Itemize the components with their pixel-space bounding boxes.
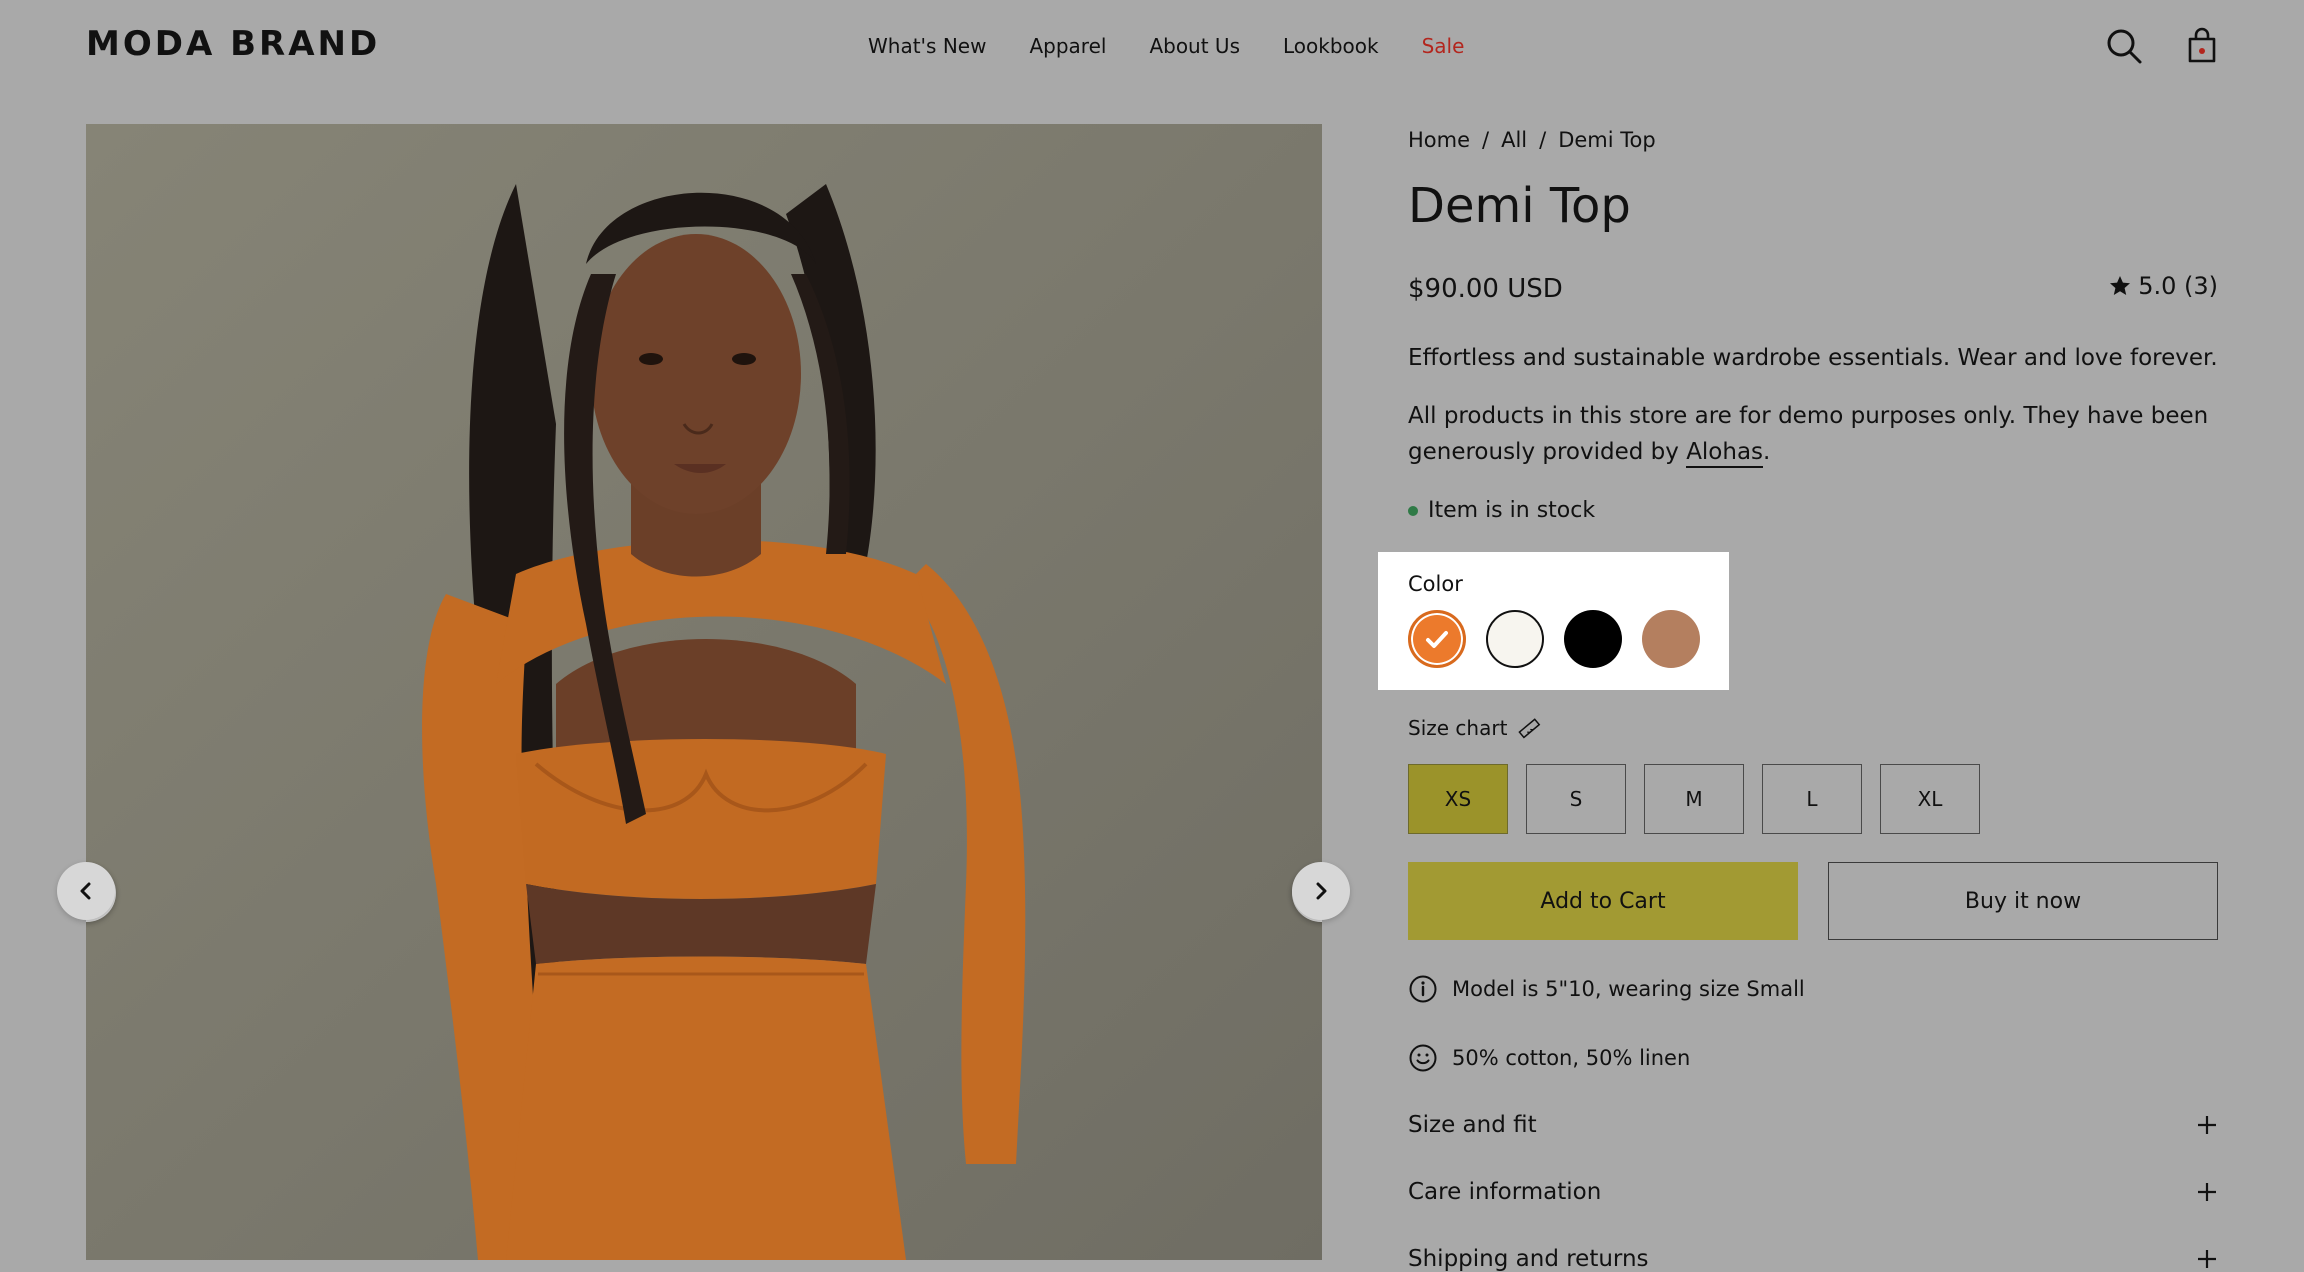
size-option-s[interactable]: S (1526, 764, 1626, 834)
brand-logo[interactable]: MODA BRAND (86, 24, 380, 64)
accordion-title: Size and fit (1408, 1112, 1537, 1138)
color-label: Color (1408, 572, 1463, 596)
product-image[interactable] (86, 124, 1322, 1260)
model-info-text: Model is 5"10, wearing size Small (1452, 977, 1805, 1001)
breadcrumb-current: Demi Top (1558, 128, 1656, 152)
accordion-title: Shipping and returns (1408, 1246, 1649, 1272)
search-icon[interactable] (2104, 26, 2144, 66)
stock-status: Item is in stock (1408, 498, 1595, 523)
main-nav: What's New Apparel About Us Lookbook Sal… (868, 34, 1464, 58)
nav-item-sale[interactable]: Sale (1422, 34, 1465, 58)
info-icon (1409, 975, 1437, 1003)
model-info: Model is 5"10, wearing size Small (1408, 974, 1805, 1004)
color-selector: Color (1378, 552, 1729, 690)
plus-icon (2198, 1183, 2216, 1201)
checkmark-icon (1426, 631, 1448, 648)
size-option-l[interactable]: L (1762, 764, 1862, 834)
size-option-xs[interactable]: XS (1408, 764, 1508, 834)
accordion-shipping-and-returns[interactable]: Shipping and returns (1408, 1246, 2218, 1272)
accordion-size-and-fit[interactable]: Size and fit (1408, 1112, 2218, 1138)
rating-text: 5.0 (3) (2138, 272, 2218, 300)
nav-item-whats-new[interactable]: What's New (868, 34, 986, 58)
gallery-next-button-overlay[interactable] (1292, 862, 1350, 920)
nav-item-lookbook[interactable]: Lookbook (1283, 34, 1379, 58)
accordion-title: Care information (1408, 1179, 1602, 1205)
site-header: MODA BRAND What's New Apparel About Us L… (0, 0, 2304, 92)
material-info-text: 50% cotton, 50% linen (1452, 1046, 1691, 1070)
ruler-icon (1518, 718, 1541, 739)
size-chart-link[interactable]: Size chart (1408, 716, 1541, 740)
size-option-xl[interactable]: XL (1880, 764, 1980, 834)
breadcrumb-all[interactable]: All (1501, 128, 1527, 152)
breadcrumb: Home / All / Demi Top (1408, 128, 1656, 152)
nav-item-apparel[interactable]: Apparel (1029, 34, 1106, 58)
size-chart-label: Size chart (1408, 716, 1508, 740)
nav-item-about-us[interactable]: About Us (1149, 34, 1240, 58)
demo-note: All products in this store are for demo … (1408, 398, 2218, 470)
shopping-bag-icon[interactable] (2182, 26, 2222, 66)
stock-text: Item is in stock (1428, 498, 1596, 523)
color-swatch-cream[interactable] (1486, 610, 1544, 668)
product-description: Effortless and sustainable wardrobe esse… (1408, 345, 2218, 371)
chevron-left-icon (80, 882, 91, 900)
add-to-cart-button[interactable]: Add to Cart (1408, 862, 1798, 940)
color-swatch-tan[interactable] (1642, 610, 1700, 668)
product-title: Demi Top (1408, 178, 1631, 234)
star-icon (2110, 276, 2131, 295)
accordion-care-information[interactable]: Care information (1408, 1179, 2218, 1205)
chevron-right-icon (1316, 882, 1327, 900)
size-option-m[interactable]: M (1644, 764, 1744, 834)
material-info: 50% cotton, 50% linen (1408, 1043, 1690, 1073)
breadcrumb-home[interactable]: Home (1408, 128, 1470, 152)
buy-now-button[interactable]: Buy it now (1828, 862, 2218, 940)
in-stock-dot-icon (1408, 505, 1418, 516)
plus-icon (2198, 1250, 2216, 1268)
alohas-link[interactable]: Alohas (1686, 439, 1764, 468)
product-rating[interactable]: 5.0 (3) (2108, 272, 2218, 300)
smiley-icon (1409, 1044, 1437, 1072)
color-swatch-black[interactable] (1564, 610, 1622, 668)
plus-icon (2198, 1116, 2216, 1134)
color-swatch-orange[interactable] (1408, 610, 1466, 668)
gallery-prev-button-overlay[interactable] (57, 862, 115, 920)
product-price: $90.00 USD (1408, 274, 1563, 304)
